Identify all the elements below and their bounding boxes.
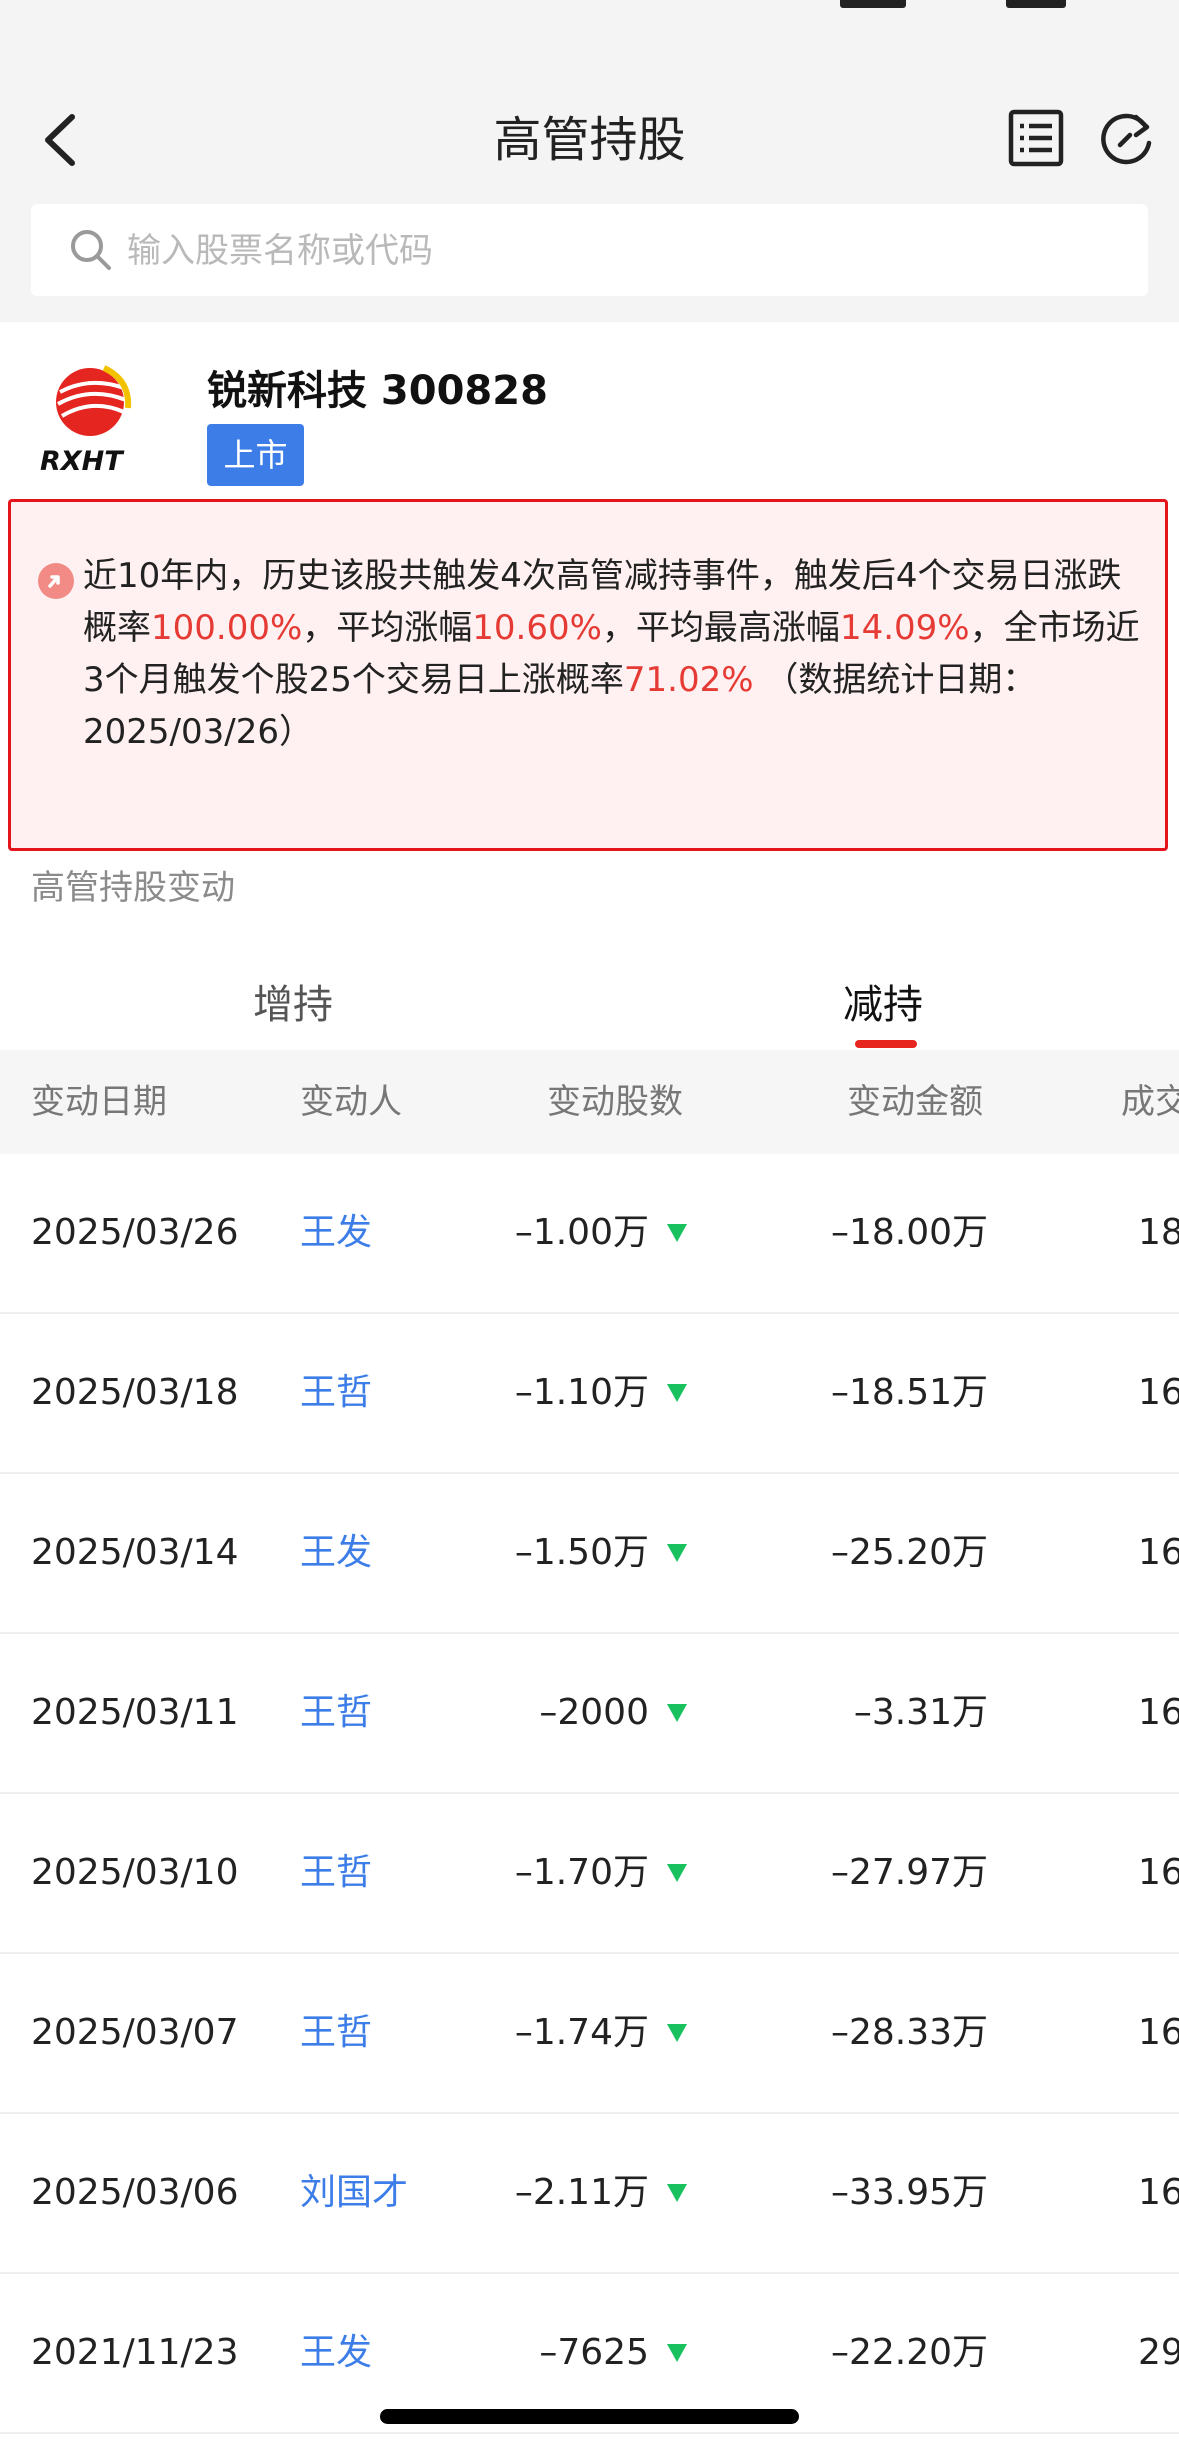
status-bar-signal (840, 0, 906, 8)
col-header-price[interactable]: 成交 (1121, 1050, 1179, 1154)
row-amount: –18.51万 (830, 1372, 988, 1413)
down-triangle-icon (667, 1544, 687, 1562)
stock-header: RXHT 锐新科技 300828 上市 (0, 322, 1179, 492)
tab-decrease[interactable]: 减持 (843, 972, 923, 1030)
row-shares: –1.70万 (514, 1852, 649, 1893)
row-price: 16 (1138, 2172, 1179, 2213)
row-amount: –18.00万 (830, 1212, 988, 1253)
alert-value: 10.60% (472, 608, 602, 648)
row-price: 16 (1138, 1372, 1179, 1413)
row-amount: –33.95万 (830, 2172, 988, 2213)
stock-name: 锐新科技 300828 (207, 368, 548, 414)
row-amount: –22.20万 (830, 2332, 988, 2373)
row-person-link[interactable]: 刘国才 (300, 2114, 408, 2272)
alert-text: 近10年内，历史该股共触发4次高管减持事件，触发后4个交易日涨跌概率100.00… (83, 550, 1147, 758)
row-date: 2025/03/11 (31, 1692, 239, 1733)
table-row[interactable]: 2025/03/10 王哲 –1.70万 –27.97万 16 (0, 1794, 1179, 1954)
row-date: 2025/03/26 (31, 1212, 239, 1253)
down-triangle-icon (667, 1384, 687, 1402)
home-indicator[interactable] (380, 2409, 799, 2424)
tab-increase[interactable]: 增持 (253, 972, 333, 1030)
row-date: 2021/11/23 (31, 2332, 239, 2373)
row-person-link[interactable]: 王哲 (300, 1794, 372, 1952)
table-row[interactable]: 2025/03/18 王哲 –1.10万 –18.51万 16 (0, 1314, 1179, 1474)
alert-value: 14.09% (839, 608, 970, 648)
row-amount: –27.97万 (830, 1852, 988, 1893)
tab-bar: 增持 减持 (0, 920, 1179, 1050)
search-icon (71, 230, 111, 270)
down-triangle-icon (667, 1704, 687, 1722)
col-header-shares[interactable]: 变动股数 (547, 1050, 683, 1154)
svg-text:RXHT: RXHT (40, 446, 125, 476)
row-price: 29 (1138, 2332, 1179, 2373)
company-logo: RXHT (38, 362, 148, 477)
row-price: 16 (1138, 1852, 1179, 1893)
down-triangle-icon (667, 2024, 687, 2042)
table-row[interactable]: 2025/03/26 王发 –1.00万 –18.00万 18 (0, 1154, 1179, 1314)
row-price: 18 (1138, 1212, 1179, 1253)
refresh-icon (1101, 113, 1152, 165)
row-price: 16 (1138, 1692, 1179, 1733)
down-triangle-icon (667, 1864, 687, 1882)
row-shares: –2000 (539, 1692, 649, 1733)
col-header-date[interactable]: 变动日期 (31, 1050, 167, 1154)
refresh-button[interactable] (1096, 105, 1156, 171)
alert-value: 100.00% (151, 608, 303, 648)
row-person-link[interactable]: 王哲 (300, 1314, 372, 1472)
trend-up-icon (38, 563, 74, 599)
row-price: 16 (1138, 1532, 1179, 1573)
row-amount: –3.31万 (853, 1692, 988, 1733)
row-date: 2025/03/14 (31, 1532, 239, 1573)
list-button[interactable] (1006, 105, 1066, 171)
row-person-link[interactable]: 王发 (300, 1154, 372, 1312)
row-shares: –2.11万 (514, 2172, 649, 2213)
page-title: 高管持股 (493, 112, 686, 168)
alert-text-part: ，平均涨幅 (302, 608, 473, 648)
row-date: 2025/03/06 (31, 2172, 239, 2213)
row-date: 2025/03/10 (31, 1852, 239, 1893)
active-tab-indicator (855, 1040, 917, 1048)
search-bar[interactable] (31, 204, 1148, 298)
row-shares: –1.50万 (514, 1532, 649, 1573)
row-price: 16 (1138, 2012, 1179, 2053)
row-person-link[interactable]: 王哲 (300, 1954, 372, 2112)
row-person-link[interactable]: 王发 (300, 1474, 372, 1632)
table-row[interactable]: 2025/03/11 王哲 –2000 –3.31万 16 (0, 1634, 1179, 1794)
top-bar: 高管持股 (0, 0, 1179, 322)
row-person-link[interactable]: 王哲 (300, 1634, 372, 1792)
alert-text-part: ，平均最高涨幅 (601, 608, 840, 648)
row-amount: –25.20万 (830, 1532, 988, 1573)
table-row[interactable]: 2025/03/07 王哲 –1.74万 –28.33万 16 (0, 1954, 1179, 2114)
section-title: 高管持股变动 (31, 868, 235, 908)
row-person-link[interactable]: 王发 (300, 2274, 372, 2432)
change-table: 2025/03/26 王发 –1.00万 –18.00万 18 2025/03/… (0, 1154, 1179, 2434)
row-shares: –1.74万 (514, 2012, 649, 2053)
col-header-amount[interactable]: 变动金额 (847, 1050, 983, 1154)
status-badge: 上市 (207, 424, 304, 486)
table-row[interactable]: 2025/03/06 刘国才 –2.11万 –33.95万 16 (0, 2114, 1179, 2274)
list-icon (1008, 109, 1064, 167)
row-amount: –28.33万 (830, 2012, 988, 2053)
status-bar-battery (1006, 0, 1066, 8)
row-date: 2025/03/18 (31, 1372, 239, 1413)
down-triangle-icon (667, 2184, 687, 2202)
down-triangle-icon (667, 1224, 687, 1242)
row-shares: –1.10万 (514, 1372, 649, 1413)
search-input[interactable] (125, 204, 1079, 298)
table-header: 变动日期 变动人 变动股数 变动金额 成交 (0, 1050, 1179, 1154)
table-row[interactable]: 2025/03/14 王发 –1.50万 –25.20万 16 (0, 1474, 1179, 1634)
row-shares: –1.00万 (514, 1212, 649, 1253)
row-date: 2025/03/07 (31, 2012, 239, 2053)
insight-alert: 近10年内，历史该股共触发4次高管减持事件，触发后4个交易日涨跌概率100.00… (8, 499, 1168, 851)
col-header-person[interactable]: 变动人 (300, 1050, 402, 1154)
alert-value: 71.02% (623, 660, 754, 700)
down-triangle-icon (667, 2344, 687, 2362)
